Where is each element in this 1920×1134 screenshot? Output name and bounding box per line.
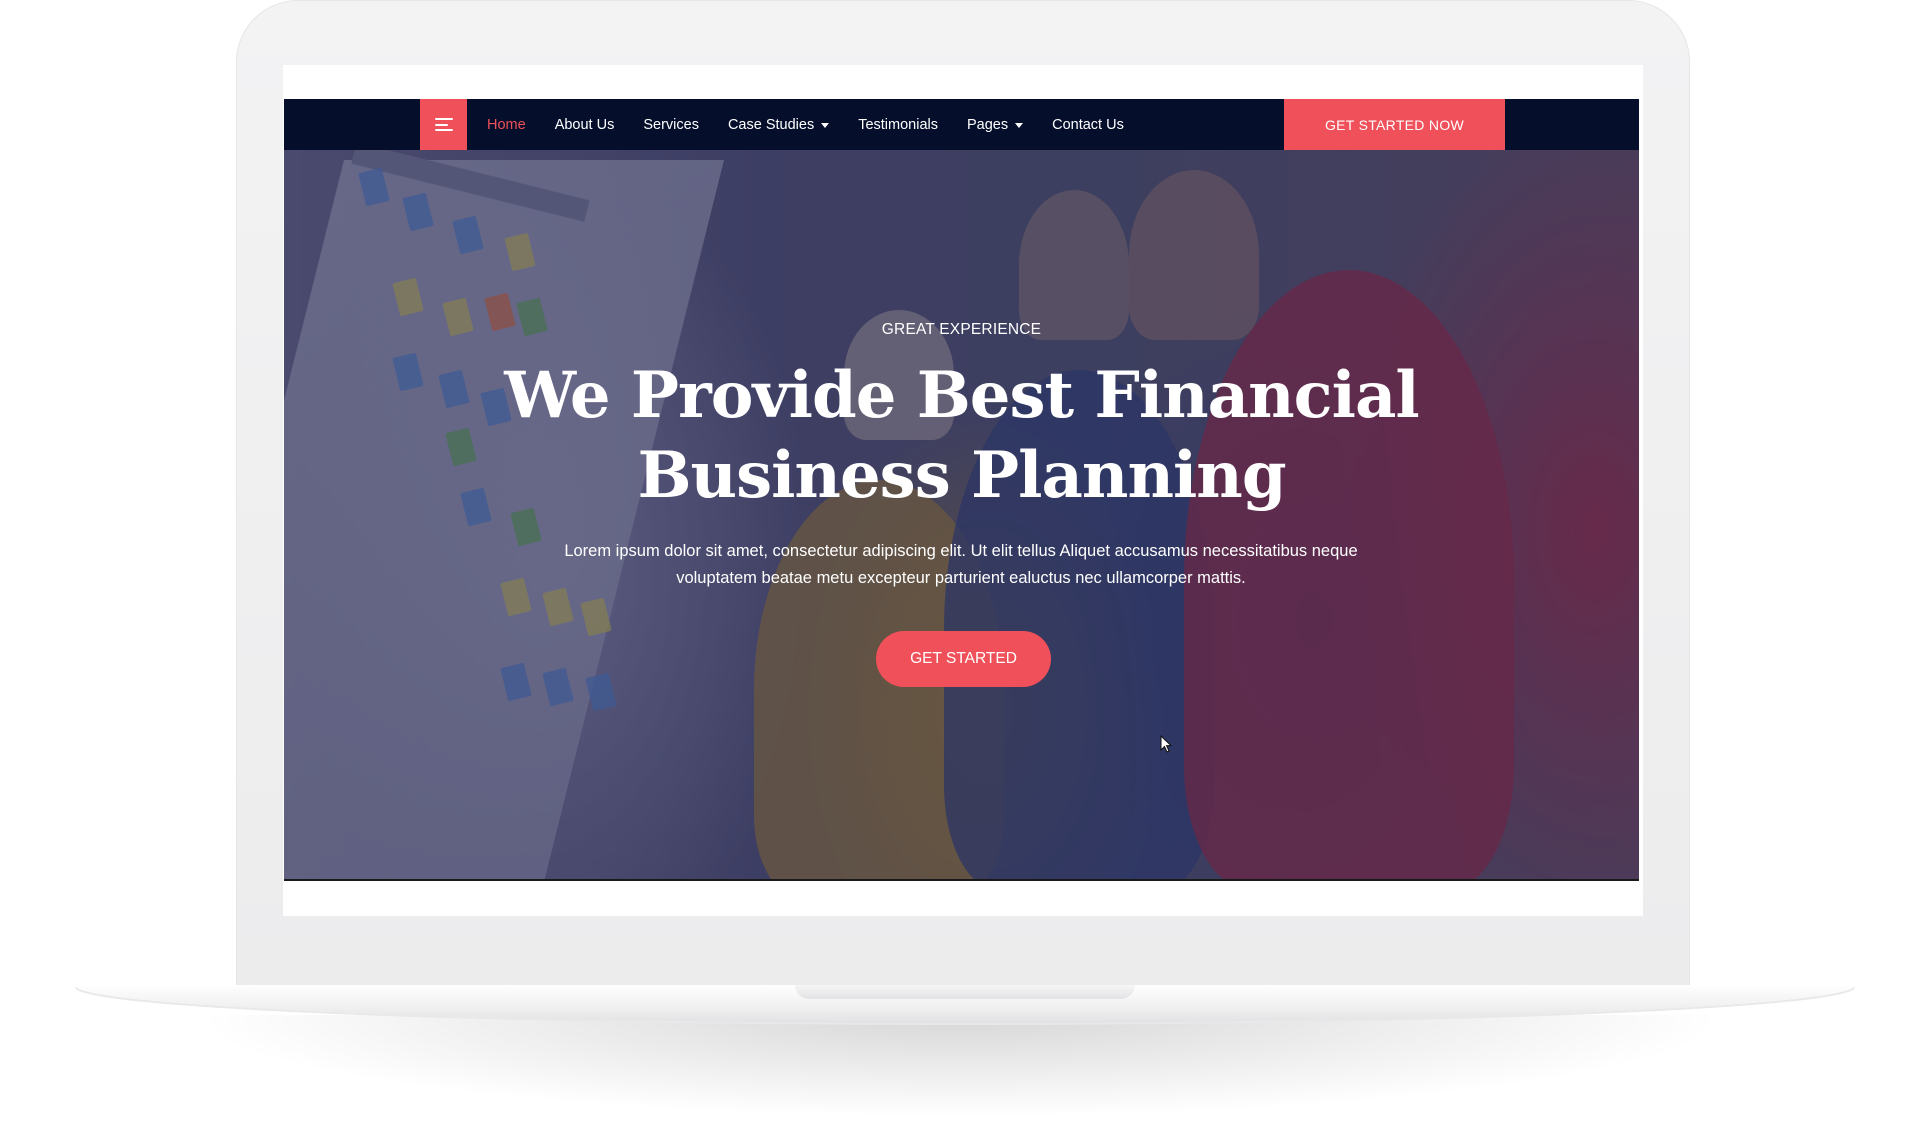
top-navbar: Home About Us Services Case Studies Test… [284, 99, 1639, 150]
hero-headline-line-2: Business Planning [637, 438, 1286, 513]
nav-item-services[interactable]: Services [643, 117, 699, 133]
get-started-button[interactable]: GET STARTED [876, 631, 1051, 687]
nav-item-home[interactable]: Home [487, 117, 526, 133]
hero-description: Lorem ipsum dolor sit amet, consectetur … [531, 538, 1391, 592]
nav-item-label: Services [643, 116, 699, 133]
nav-item-label: Case Studies [727, 116, 815, 133]
hero-eyebrow: GREAT EXPERIENCE [881, 321, 1042, 338]
nav-item-label: Contact Us [1052, 116, 1124, 133]
nav-item-label: Pages [966, 116, 1009, 133]
screen-bottom-bezel [283, 881, 1643, 916]
get-started-now-button[interactable]: GET STARTED NOW [1284, 99, 1505, 150]
hero-headline: We Provide Best Financial Business Plann… [284, 356, 1639, 516]
hero-section: GREAT EXPERIENCE We Provide Best Financi… [284, 150, 1639, 881]
hero-content: GREAT EXPERIENCE We Provide Best Financi… [284, 150, 1639, 881]
mouse-cursor-icon [1160, 735, 1172, 753]
hero-description-line-1: Lorem ipsum dolor sit amet, consectetur … [564, 542, 1358, 560]
nav-links: Home About Us Services Case Studies Test… [487, 99, 1153, 150]
nav-item-label: Testimonials [858, 116, 938, 133]
nav-item-testimonials[interactable]: Testimonials [858, 117, 938, 133]
laptop-screen: Home About Us Services Case Studies Test… [283, 65, 1643, 916]
hero-description-line-2: voluptatem beatae metu excepteur parturi… [676, 569, 1246, 587]
hamburger-icon [434, 118, 453, 131]
menu-toggle-button[interactable] [420, 99, 467, 150]
nav-item-contact-us[interactable]: Contact Us [1052, 117, 1124, 133]
laptop-notch [795, 985, 1135, 999]
nav-item-case-studies[interactable]: Case Studies [727, 116, 830, 133]
nav-item-label: About Us [554, 116, 615, 133]
hero-headline-line-1: We Provide Best Financial [504, 358, 1419, 433]
nav-item-about-us[interactable]: About Us [555, 117, 615, 133]
website: Home About Us Services Case Studies Test… [284, 99, 1639, 881]
hero-bottom-rule [284, 879, 1639, 881]
laptop-mockup-stage: Home About Us Services Case Studies Test… [0, 0, 1920, 1134]
caret-down-icon [821, 122, 830, 128]
laptop-shadow [210, 1015, 1710, 1115]
nav-item-pages[interactable]: Pages [966, 116, 1024, 133]
nav-item-label: Home [487, 116, 526, 133]
caret-down-icon [1015, 122, 1024, 128]
